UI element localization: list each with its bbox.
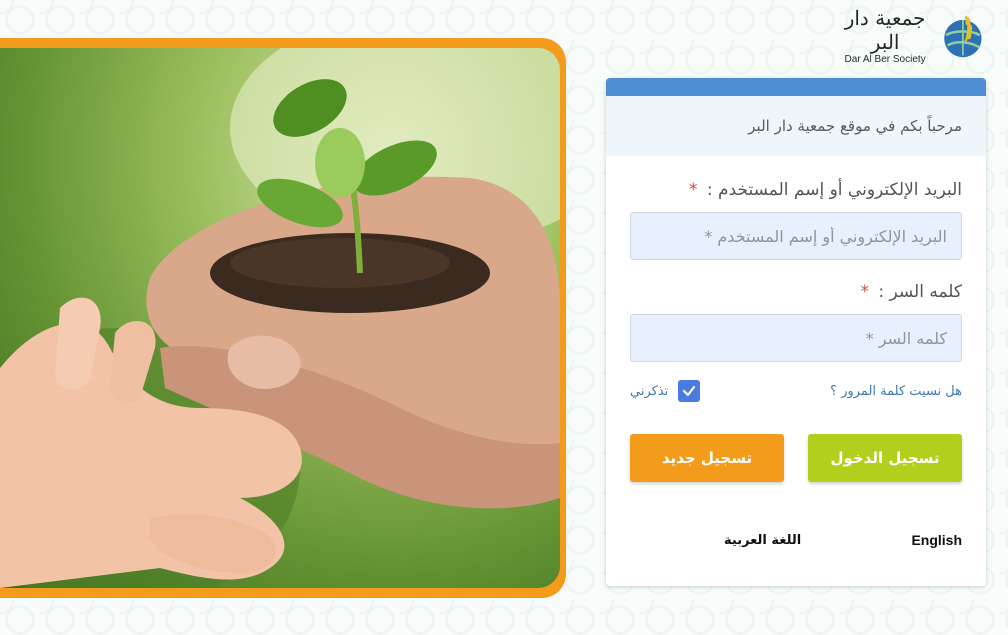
- lang-arabic-link[interactable]: اللغة العربية: [724, 533, 801, 548]
- password-input[interactable]: [630, 314, 962, 362]
- logo-text: جمعية دار البر Dar Al Ber Society: [836, 6, 934, 66]
- welcome-header: مرحباً بكم في موقع جمعية دار البر: [606, 96, 986, 156]
- hero-photo-plant-hands: [0, 48, 560, 588]
- forgot-password-link[interactable]: هل نسيت كلمة المرور ؟: [830, 384, 962, 399]
- login-button[interactable]: تسجيل الدخول: [808, 434, 962, 482]
- email-label-text: البريد الإلكتروني أو إسم المستخدم :: [706, 180, 962, 200]
- password-required-mark: *: [860, 282, 869, 302]
- remember-me[interactable]: تذكرني: [630, 380, 701, 402]
- login-card: مرحباً بكم في موقع جمعية دار البر البريد…: [606, 78, 986, 586]
- plant-hands-illustration: [0, 48, 560, 588]
- password-label-text: كلمه السر :: [878, 282, 962, 302]
- globe-wheat-icon: [944, 15, 982, 58]
- site-logo[interactable]: جمعية دار البر Dar Al Ber Society: [836, 4, 986, 68]
- remember-me-label: تذكرني: [630, 383, 669, 399]
- email-label: البريد الإلكتروني أو إسم المستخدم : *: [630, 180, 962, 200]
- card-top-bar: [606, 78, 986, 96]
- button-row: تسجيل الدخول تسجيل جديد: [630, 434, 962, 482]
- password-label: كلمه السر : *: [630, 282, 962, 302]
- remember-me-checkbox[interactable]: [678, 380, 701, 402]
- language-switcher: اللغة العربية English: [606, 532, 986, 548]
- email-required-mark: *: [689, 180, 698, 200]
- email-input[interactable]: [630, 212, 962, 260]
- lang-english-link[interactable]: English: [911, 532, 962, 548]
- logo-arabic-name: جمعية دار البر: [844, 6, 926, 54]
- login-form: البريد الإلكتروني أو إسم المستخدم : * كل…: [606, 156, 986, 482]
- welcome-text: مرحباً بكم في موقع جمعية دار البر: [748, 117, 962, 135]
- register-button[interactable]: تسجيل جديد: [630, 434, 784, 482]
- check-icon: [683, 385, 696, 397]
- login-options-row: هل نسيت كلمة المرور ؟ تذكرني: [630, 378, 962, 404]
- hero-photo-frame: [0, 38, 566, 598]
- logo-english-name: Dar Al Ber Society: [844, 54, 926, 65]
